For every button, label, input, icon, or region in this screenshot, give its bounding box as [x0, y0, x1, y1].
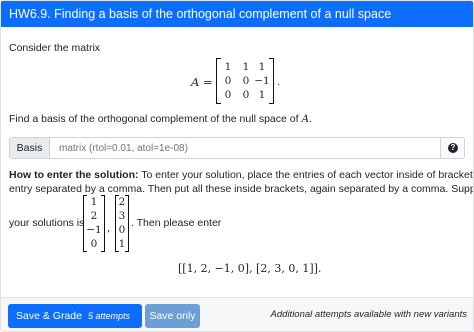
- example-answer: [[1, 2, −1, 0], [2, 3, 0, 1]].: [178, 262, 322, 275]
- vector-entry: 2: [118, 196, 126, 208]
- vector-entry: 1: [90, 196, 98, 208]
- footer-bar: Save & Grade5 attempts left Save only Ad…: [1, 297, 473, 331]
- question-title: HW6.9. Finding a basis of the orthogonal…: [9, 7, 392, 21]
- matrix-cell: 0: [224, 75, 232, 87]
- prompt-text: Find a basis of the orthogonal complemen…: [9, 112, 312, 126]
- example-vector-2: 2 3 0 1: [115, 195, 129, 252]
- basis-input[interactable]: [51, 138, 441, 158]
- matrix-label: A =: [191, 75, 213, 89]
- intro-text: Consider the matrix: [9, 42, 101, 54]
- matrix-a: 1 1 1 0 0 −1 0 0 1: [216, 58, 274, 104]
- your-solutions-text: your solutions is: [9, 217, 85, 229]
- prompt-suffix: .: [309, 113, 312, 125]
- basis-input-group: Basis ?: [9, 137, 465, 159]
- matrix-cell: 1: [258, 89, 266, 101]
- additional-attempts-note: Additional attempts available with new v…: [270, 309, 467, 320]
- save-grade-button[interactable]: Save & Grade5 attempts left: [8, 304, 142, 328]
- matrix-period: .: [277, 76, 281, 88]
- prompt-prefix: Find a basis of the orthogonal complemen…: [9, 113, 302, 125]
- instructions-line-2: entry separated by a comma. Then put all…: [9, 183, 474, 195]
- instructions-heading: How to enter the solution:: [9, 169, 139, 181]
- matrix-cell: −1: [254, 75, 270, 87]
- vector-entry: 0: [118, 224, 126, 236]
- prompt-variable: A: [301, 113, 310, 125]
- matrix-cell: 0: [224, 89, 232, 101]
- save-only-button[interactable]: Save only: [145, 304, 200, 328]
- instructions-text-1: To enter your solution, place the entrie…: [138, 169, 474, 181]
- matrix-cell: 1: [258, 61, 266, 73]
- example-vector-1: 1 2 −1 0: [83, 195, 105, 252]
- question-header: HW6.9. Finding a basis of the orthogonal…: [1, 1, 473, 27]
- basis-label: Basis: [10, 138, 50, 158]
- question-circle-icon: ?: [448, 143, 458, 153]
- vector-entry: −1: [86, 224, 102, 236]
- vector-comma: ,: [107, 222, 111, 234]
- vector-entry: 2: [90, 210, 98, 222]
- vector-entry: 3: [118, 210, 126, 222]
- then-enter-text: . Then please enter: [131, 217, 222, 229]
- vector-entry: 1: [118, 238, 126, 250]
- question-card: HW6.9. Finding a basis of the orthogonal…: [0, 0, 474, 332]
- vector-entry: 0: [90, 238, 98, 250]
- matrix-cell: 1: [224, 61, 232, 73]
- save-grade-label: Save & Grade: [16, 310, 82, 322]
- help-button[interactable]: ?: [440, 138, 464, 158]
- instructions-line-1: How to enter the solution: To enter your…: [9, 168, 474, 182]
